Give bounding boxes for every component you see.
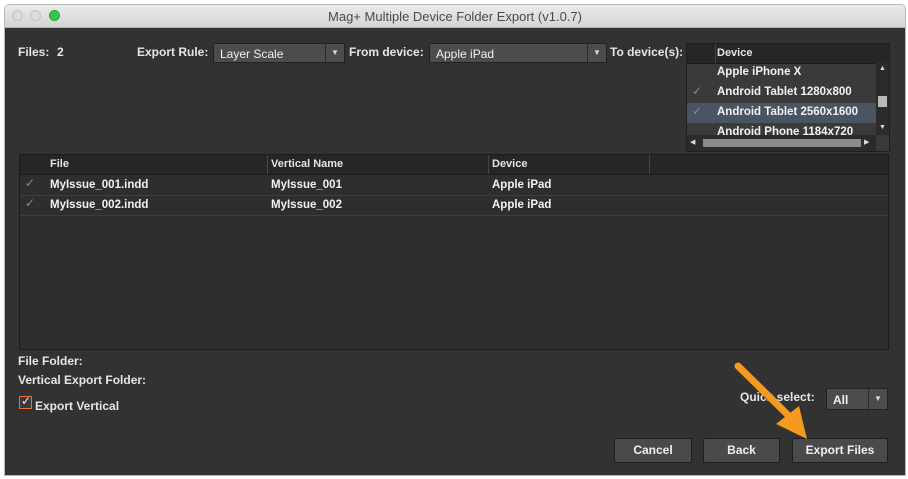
- title-bar: Mag+ Multiple Device Folder Export (v1.0…: [5, 5, 905, 28]
- export-dialog-window: Mag+ Multiple Device Folder Export (v1.0…: [4, 4, 906, 476]
- window-title: Mag+ Multiple Device Folder Export (v1.0…: [328, 9, 582, 24]
- dialog-content: Files: 2 Export Rule: Layer Scale ▼ From…: [5, 28, 905, 475]
- arrow-annotation-icon: [734, 362, 807, 439]
